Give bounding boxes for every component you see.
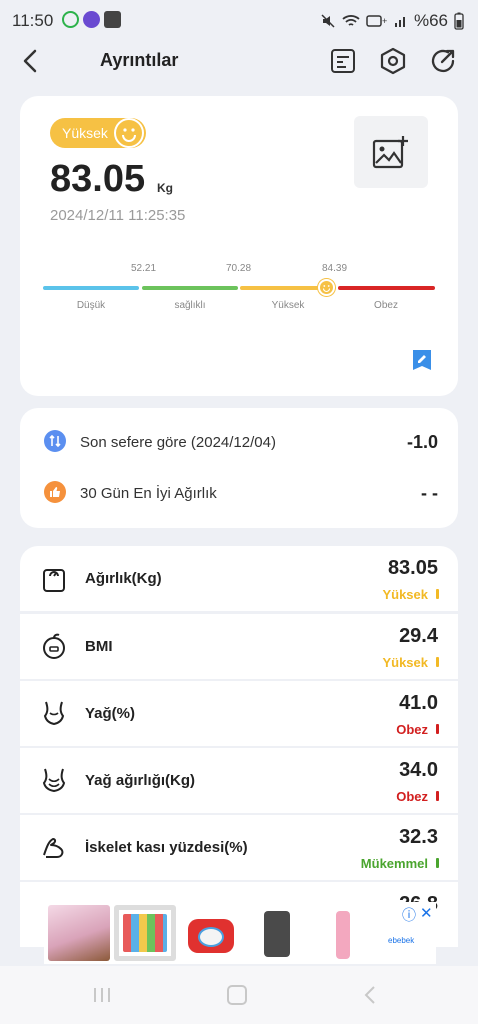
metric-row[interactable]: BMI 29.4 Yüksek (20, 614, 458, 679)
whatsapp-icon (62, 11, 79, 28)
weight-value: 83.05 (50, 158, 146, 200)
note-edit-icon (413, 350, 431, 370)
home-icon[interactable] (227, 985, 247, 1005)
scale-segment-obese (338, 286, 435, 290)
mute-icon (321, 14, 335, 28)
ad-product-doll[interactable] (48, 905, 110, 961)
back-button[interactable] (14, 44, 46, 78)
metric-value: 29.4 (399, 625, 438, 647)
metric-label: Yağ ağırlığı(Kg) (85, 772, 196, 789)
compare-last-value: -1.0 (406, 432, 438, 452)
metric-status-bar (436, 858, 439, 868)
metric-value: 83.05 (387, 557, 438, 579)
add-image-icon (372, 136, 408, 169)
bmi-icon (43, 633, 65, 659)
status-bar: 11:50 + %66 (0, 0, 478, 42)
svg-text:+: + (382, 16, 387, 26)
gallery-icon (104, 11, 121, 28)
scale-label: Yüksek (271, 300, 305, 311)
chevron-left-icon (23, 49, 37, 73)
metric-status: Obez (396, 722, 428, 737)
ad-close-icon[interactable]: ✕ (420, 904, 433, 922)
scale-marker-smile-icon (318, 279, 335, 296)
compare-arrows-icon (44, 430, 66, 452)
metric-status: Yüksek (382, 587, 428, 602)
metric-label: Yağ(%) (85, 705, 136, 722)
page-title: Ayrıntılar (100, 50, 179, 70)
scale-threshold: 52.21 (131, 263, 157, 274)
scale-icon (43, 569, 65, 592)
battery-icon (454, 12, 464, 30)
ad-brand-logo: ebebek (388, 936, 415, 945)
scale-segment-low (43, 286, 139, 290)
ad-product-tablet-toy[interactable] (114, 905, 176, 961)
note-button[interactable] (411, 348, 433, 372)
measurement-timestamp: 2024/12/11 11:25:35 (50, 207, 186, 224)
settings-button[interactable] (376, 44, 410, 78)
share-button[interactable] (426, 44, 460, 78)
scale-threshold: 70.28 (226, 263, 252, 274)
ad-product-bottle[interactable] (312, 905, 374, 961)
scale-threshold: 84.39 (322, 263, 348, 274)
ad-info-icon[interactable]: ⓘ (402, 905, 416, 925)
ad-banner[interactable] (44, 902, 436, 964)
metric-value: 34.0 (399, 759, 438, 781)
metric-label: Ağırlık(Kg) (85, 570, 162, 587)
ad-product-thermos[interactable] (246, 905, 308, 961)
recent-apps-icon[interactable] (92, 986, 112, 1004)
body-fat-icon (43, 701, 65, 726)
scale-label: Düşük (76, 300, 106, 311)
best-weight-value: - - (421, 483, 438, 503)
status-time: 11:50 (12, 11, 54, 30)
status-right: + %66 (320, 11, 464, 31)
edit-record-button[interactable] (326, 44, 360, 78)
metric-label: BMI (85, 638, 113, 655)
weight-unit: Kg (157, 181, 173, 195)
scale-label: sağlıklı (174, 300, 206, 311)
metric-status: Obez (396, 789, 428, 804)
metric-status: Yüksek (382, 655, 428, 670)
metric-status-bar (436, 724, 439, 734)
metric-row[interactable]: Ağırlık(Kg) 83.05 Yüksek (20, 546, 458, 611)
metric-status-bar (436, 589, 439, 599)
ad-product-phone-toy[interactable] (180, 905, 242, 961)
add-photo-button[interactable] (354, 116, 428, 188)
muscle-icon (43, 838, 64, 858)
metric-row[interactable]: Yağ(%) 41.0 Obez (20, 681, 458, 746)
compare-last-label: Son sefere göre (2024/12/04) (80, 434, 276, 451)
metric-status-bar (436, 791, 439, 801)
hexagon-settings-icon (380, 47, 406, 75)
app-notification-icon (83, 11, 100, 28)
fat-mass-icon (42, 768, 66, 793)
metric-label: İskelet kası yüzdesi(%) (85, 839, 248, 856)
metric-row[interactable]: Yağ ağırlığı(Kg) 34.0 Obez (20, 748, 458, 813)
comparison-card (20, 408, 458, 528)
metric-row[interactable]: İskelet kası yüzdesi(%) 32.3 Mükemmel (20, 815, 458, 880)
best-weight-label: 30 Gün En İyi Ağırlık (80, 485, 217, 502)
metric-value: 41.0 (399, 692, 438, 714)
volte-icon: + (366, 15, 387, 27)
edit-note-icon (331, 49, 355, 73)
metric-status: Mükemmel (360, 856, 428, 871)
scale-segment-healthy (142, 286, 238, 290)
status-notification-icons (62, 11, 121, 28)
metric-value: 32.3 (399, 826, 438, 848)
smile-icon (114, 118, 144, 148)
metric-status-bar (436, 657, 439, 667)
battery-level: %66 (413, 11, 448, 30)
thumbs-up-icon (44, 481, 66, 503)
signal-icon (394, 17, 405, 27)
nav-back-icon[interactable] (360, 985, 380, 1005)
scale-label: Obez (374, 300, 398, 311)
share-icon (431, 49, 455, 73)
wifi-icon (342, 15, 360, 26)
